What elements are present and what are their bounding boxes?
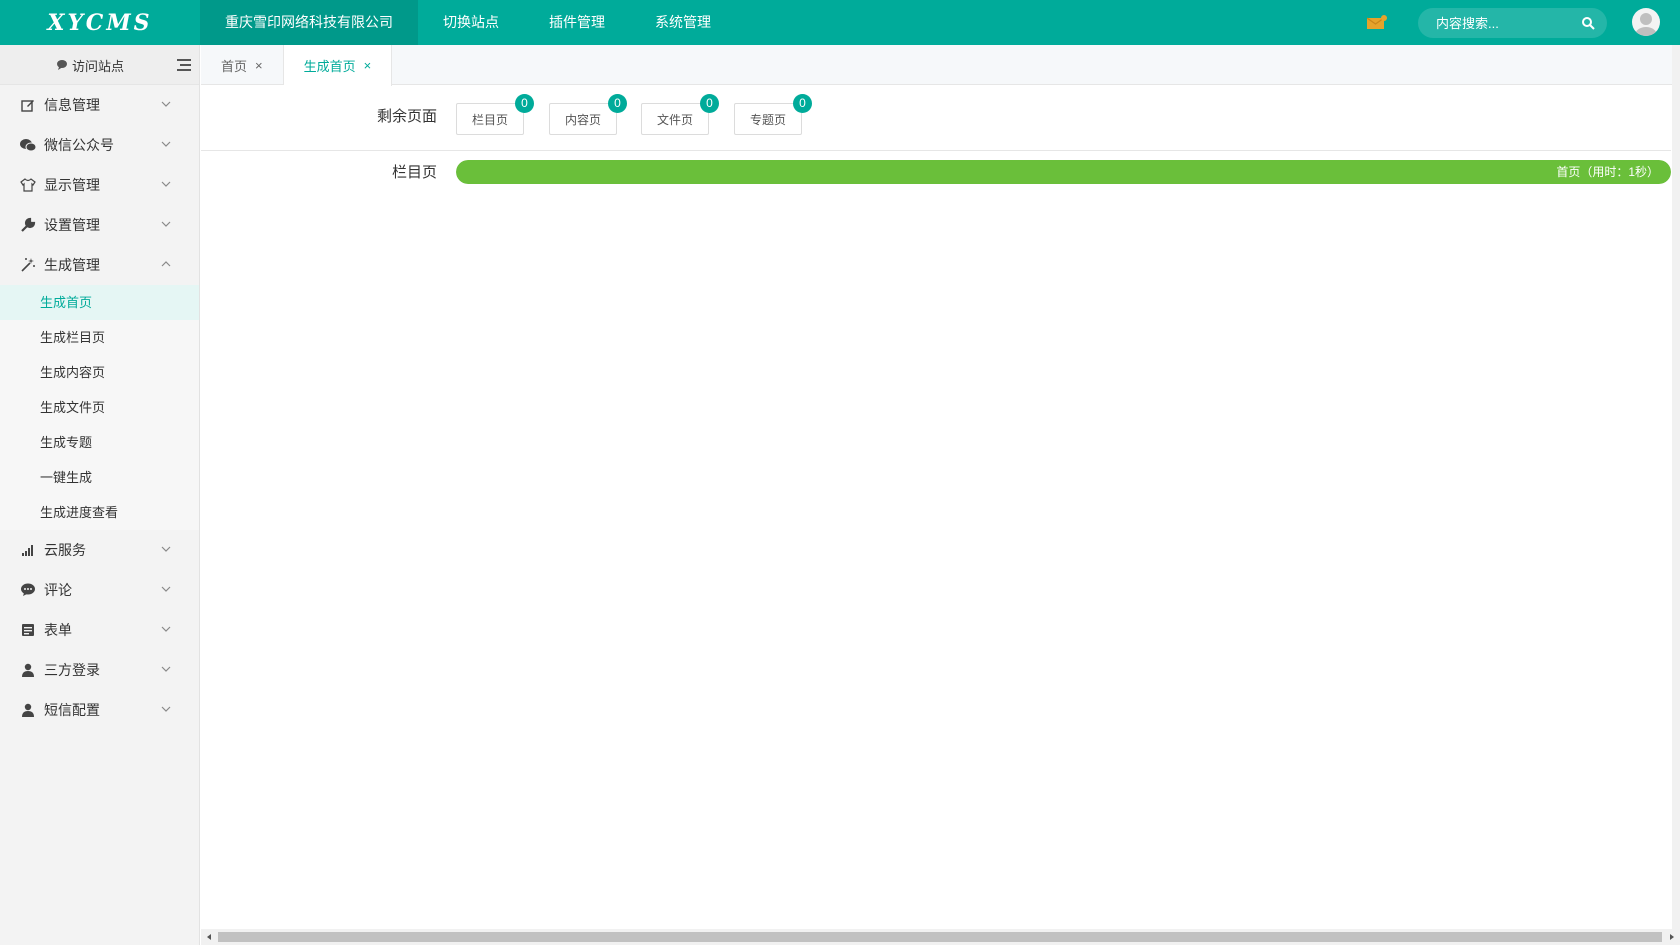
mail-icon[interactable]	[1367, 15, 1387, 30]
sub-generate-progress[interactable]: 生成进度查看	[0, 495, 199, 530]
content-page-button[interactable]: 内容页 0	[549, 94, 627, 135]
menu-sms-config[interactable]: 短信配置	[0, 690, 199, 730]
comment-icon	[21, 583, 35, 596]
menu-display-manage[interactable]: 显示管理	[0, 165, 199, 205]
tab-bar: 首页 × 生成首页 ×	[201, 45, 1679, 86]
progress-fill: 首页（用时：1秒）	[456, 160, 1671, 184]
count-badge: 0	[793, 94, 812, 113]
column-page-button[interactable]: 栏目页 0	[456, 94, 534, 135]
close-icon[interactable]: ×	[255, 58, 263, 73]
top-bar: XYCMS 重庆雪印网络科技有限公司 切换站点 插件管理 系统管理	[0, 0, 1680, 45]
button-label: 内容页	[564, 112, 601, 127]
menu-label: 云服务	[44, 542, 86, 558]
sub-generate-home[interactable]: 生成首页	[0, 285, 199, 320]
logo[interactable]: XYCMS	[0, 0, 200, 45]
nav-plugin-manage[interactable]: 插件管理	[524, 0, 630, 45]
sub-generate-column[interactable]: 生成栏目页	[0, 320, 199, 355]
sub-generate-file[interactable]: 生成文件页	[0, 390, 199, 425]
button-label: 专题页	[749, 112, 786, 127]
menu-label: 评论	[44, 582, 72, 598]
chevron-down-icon	[161, 666, 171, 672]
vertical-scrollbar[interactable]	[1672, 45, 1680, 929]
nav-system-manage[interactable]: 系统管理	[630, 0, 736, 45]
form-icon	[22, 624, 34, 636]
tshirt-icon	[20, 178, 36, 192]
menu-generate-manage[interactable]: 生成管理	[0, 245, 199, 285]
chevron-down-icon	[161, 626, 171, 632]
nav-company[interactable]: 重庆雪印网络科技有限公司	[200, 0, 418, 45]
menu-label: 信息管理	[44, 97, 100, 113]
sub-generate-all[interactable]: 一键生成	[0, 460, 199, 495]
chevron-down-icon	[161, 221, 171, 227]
user-icon	[22, 663, 34, 677]
user-icon	[22, 703, 34, 717]
sub-generate-content[interactable]: 生成内容页	[0, 355, 199, 390]
menu-label: 显示管理	[44, 177, 100, 193]
menu-comment[interactable]: 评论	[0, 570, 199, 610]
remaining-pages-label: 剩余页面	[376, 108, 437, 125]
progress-row: 栏目页 首页（用时：1秒）	[201, 152, 1671, 192]
button-label: 栏目页	[471, 112, 508, 127]
scrollbar-thumb[interactable]	[218, 932, 1662, 942]
chevron-down-icon	[161, 101, 171, 107]
visit-site-row: 访问站点	[0, 45, 199, 85]
topic-page-button[interactable]: 专题页 0	[734, 94, 812, 135]
menu-label: 三方登录	[44, 662, 100, 678]
generate-submenu: 生成首页 生成栏目页 生成内容页 生成文件页 生成专题 一键生成 生成进度查看	[0, 285, 199, 530]
scroll-right-icon[interactable]	[1667, 932, 1677, 942]
remaining-pages-row: 剩余页面 栏目页 0 内容页 0 文件页 0 专题页 0	[201, 85, 1671, 151]
progress-label: 栏目页	[391, 164, 437, 181]
menu-settings-manage[interactable]: 设置管理	[0, 205, 199, 245]
chevron-down-icon	[161, 586, 171, 592]
visit-site-label: 访问站点	[72, 58, 125, 74]
menu-toggle-icon[interactable]	[177, 59, 191, 71]
menu-info-manage[interactable]: 信息管理	[0, 85, 199, 125]
count-badge: 0	[515, 94, 534, 113]
chevron-down-icon	[161, 706, 171, 712]
count-badge: 0	[700, 94, 719, 113]
tab-label: 首页	[221, 58, 248, 74]
horizontal-scrollbar[interactable]	[201, 929, 1680, 945]
wechat-icon	[20, 139, 36, 152]
file-page-button[interactable]: 文件页 0	[641, 94, 719, 135]
edit-icon	[21, 100, 34, 112]
progress-bar: 首页（用时：1秒）	[456, 160, 1671, 184]
wrench-icon	[21, 217, 36, 232]
nav-switch-site[interactable]: 切换站点	[418, 0, 524, 45]
scroll-left-icon[interactable]	[204, 932, 214, 942]
close-icon[interactable]: ×	[364, 58, 372, 73]
menu-cloud-service[interactable]: 云服务	[0, 530, 199, 570]
tab-home[interactable]: 首页 ×	[201, 45, 284, 85]
menu-label: 设置管理	[44, 217, 100, 233]
chevron-up-icon	[161, 261, 171, 267]
top-nav: 重庆雪印网络科技有限公司 切换站点 插件管理 系统管理	[200, 0, 736, 45]
tab-generate-home[interactable]: 生成首页 ×	[283, 45, 393, 86]
menu-label: 生成管理	[44, 257, 100, 273]
search-input[interactable]	[1436, 8, 1576, 38]
sidebar: 访问站点 信息管理 微信公众号 显示管理 设置管理 生成管理 生成首页 生成栏目…	[0, 45, 200, 945]
chevron-down-icon	[161, 546, 171, 552]
comment-bubble-icon	[57, 60, 67, 70]
menu-label: 微信公众号	[44, 137, 114, 153]
signal-icon	[22, 545, 33, 556]
menu-form[interactable]: 表单	[0, 610, 199, 650]
menu-wechat[interactable]: 微信公众号	[0, 125, 199, 165]
menu-third-party-login[interactable]: 三方登录	[0, 650, 199, 690]
count-badge: 0	[608, 94, 627, 113]
progress-text: 首页（用时：1秒）	[1556, 165, 1659, 179]
search-box	[1418, 8, 1607, 38]
visit-site-link[interactable]: 访问站点	[56, 45, 124, 85]
button-label: 文件页	[656, 112, 693, 127]
chevron-down-icon	[161, 141, 171, 147]
magic-wand-icon	[21, 258, 35, 272]
avatar[interactable]	[1632, 8, 1660, 36]
menu-label: 表单	[44, 622, 72, 638]
tab-label: 生成首页	[303, 59, 356, 74]
search-icon[interactable]	[1581, 16, 1595, 30]
user-avatar-icon	[1635, 13, 1657, 36]
menu-label: 短信配置	[44, 702, 100, 718]
sub-generate-topic[interactable]: 生成专题	[0, 425, 199, 460]
chevron-down-icon	[161, 181, 171, 187]
